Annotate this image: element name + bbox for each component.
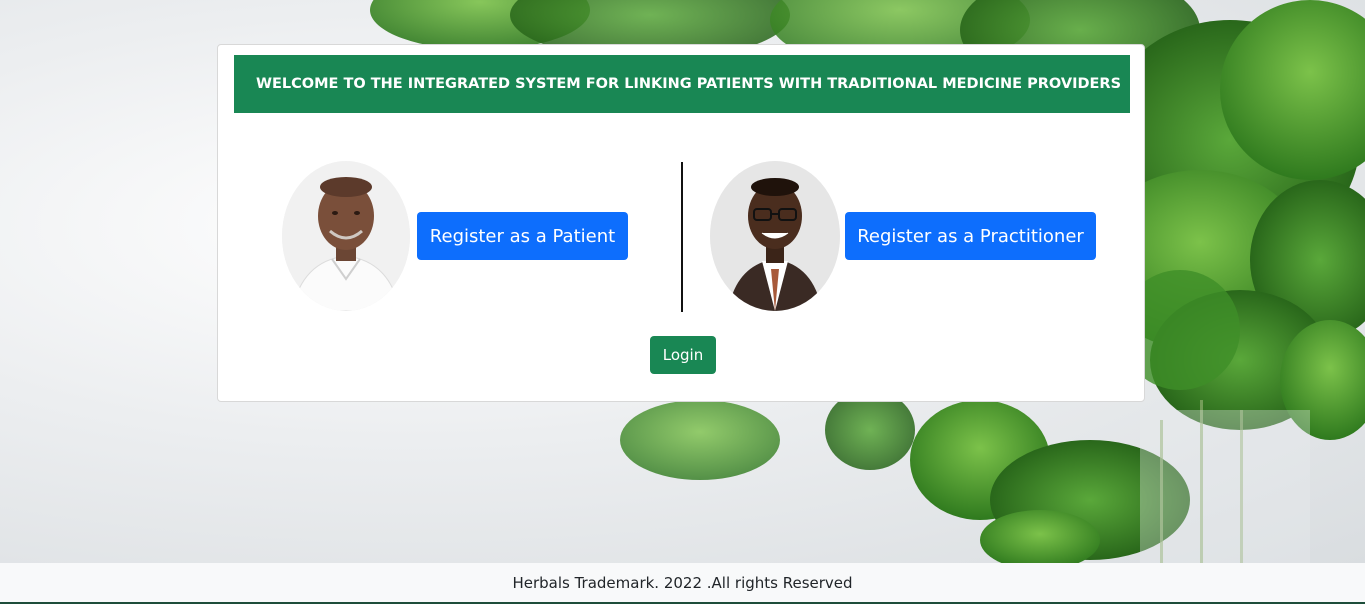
register-practitioner-button[interactable]: Register as a Practitioner bbox=[845, 212, 1096, 260]
patient-avatar bbox=[282, 161, 410, 311]
patient-photo-icon bbox=[282, 161, 410, 311]
vertical-divider bbox=[681, 162, 683, 312]
footer: Herbals Trademark. 2022 .All rights Rese… bbox=[0, 563, 1365, 602]
banner-title: WELCOME TO THE INTEGRATED SYSTEM FOR LIN… bbox=[256, 76, 1122, 92]
practitioner-avatar bbox=[710, 161, 840, 311]
welcome-card: WELCOME TO THE INTEGRATED SYSTEM FOR LIN… bbox=[217, 44, 1145, 402]
footer-text: Herbals Trademark. 2022 .All rights Rese… bbox=[512, 573, 853, 592]
register-patient-button[interactable]: Register as a Patient bbox=[417, 212, 628, 260]
login-button[interactable]: Login bbox=[650, 336, 716, 374]
register-patient-label: Register as a Patient bbox=[429, 225, 616, 247]
login-label: Login bbox=[662, 346, 704, 364]
practitioner-photo-icon bbox=[710, 161, 840, 311]
register-practitioner-label: Register as a Practitioner bbox=[857, 225, 1084, 247]
welcome-banner: WELCOME TO THE INTEGRATED SYSTEM FOR LIN… bbox=[234, 55, 1130, 113]
